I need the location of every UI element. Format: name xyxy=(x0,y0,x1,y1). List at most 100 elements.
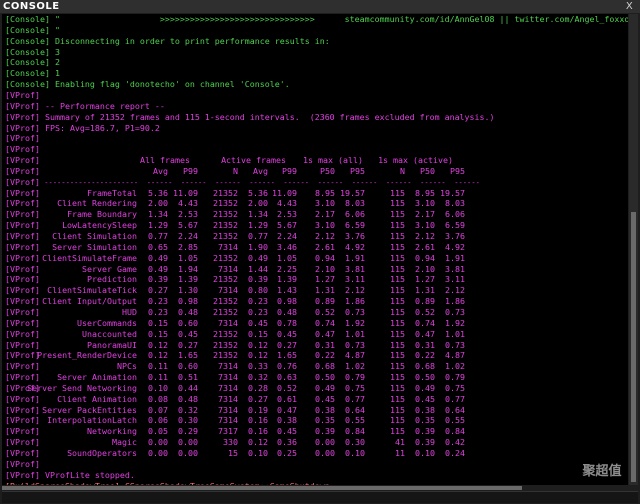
row-value: 0.77 xyxy=(345,393,365,404)
table-row: [VProf] SoundOperators 0.00 0.00 15 0.10 0.25 0… xyxy=(5,448,465,459)
row-name: Client Simulation xyxy=(52,231,137,241)
row-value: 1.86 xyxy=(445,296,465,307)
row-name: Magic xyxy=(112,437,137,448)
row-value: 0.78 xyxy=(277,317,297,328)
row-name: Server Game xyxy=(82,263,137,274)
log-prefix: [VProf] xyxy=(5,458,40,469)
row-value: 21352 xyxy=(213,306,238,317)
row-value: 1.30 xyxy=(178,285,198,296)
row-name: Server Simulation xyxy=(52,241,137,252)
row-value: 1.05 xyxy=(178,252,198,263)
row-value: 0.55 xyxy=(345,415,365,426)
row-value: 7314 xyxy=(218,317,238,328)
row-value: 7314 xyxy=(218,382,238,393)
row-value: 1.39 xyxy=(178,274,198,285)
table-column-header: Avg xyxy=(153,165,168,176)
log-line: [VProf] xyxy=(5,144,40,155)
row-value: 0.51 xyxy=(178,372,198,383)
table-column-header: P50 xyxy=(420,165,435,176)
row-value: 21352 xyxy=(213,252,238,263)
row-value: 0.15 xyxy=(148,328,168,339)
row-value: 1.86 xyxy=(345,296,365,307)
row-value: 1.94 xyxy=(178,263,198,274)
row-value: 0.30 xyxy=(345,437,365,448)
row-value: 3.76 xyxy=(445,231,465,241)
row-value: 1.27 xyxy=(315,274,335,285)
row-value: 0.39 xyxy=(148,274,168,285)
row-name: Client Animation xyxy=(57,393,137,404)
scrollbar-thumb[interactable] xyxy=(631,212,636,482)
log-line: [Console] Enabling flag 'donotecho' on c… xyxy=(5,79,290,90)
log-text: Disconnecting in order to print performa… xyxy=(49,35,330,46)
row-value: 0.27 xyxy=(277,339,297,350)
row-value: 0.23 xyxy=(148,306,168,317)
row-value: 0.22 xyxy=(315,350,335,361)
row-value: 0.45 xyxy=(415,393,435,404)
row-value: 0.64 xyxy=(345,404,365,415)
table-column-header: P95 xyxy=(450,165,465,176)
row-value: 0.98 xyxy=(178,296,198,307)
row-value: 5.67 xyxy=(277,220,297,231)
row-value: 115 xyxy=(390,361,405,372)
row-value: 0.47 xyxy=(415,328,435,339)
row-value: 0.49 xyxy=(415,382,435,393)
horizontal-scrollbar[interactable] xyxy=(2,486,522,490)
table-row: [VProf] Server PackEntities 0.07 0.32 7314 0.… xyxy=(5,405,465,416)
row-value: 2.85 xyxy=(178,241,198,252)
row-value: 0.89 xyxy=(315,296,335,307)
row-value: 0.75 xyxy=(345,382,365,393)
row-value: 1.02 xyxy=(445,361,465,372)
row-value: 7314 xyxy=(218,361,238,372)
row-value: 6.59 xyxy=(445,220,465,231)
row-value: 0.44 xyxy=(178,382,198,393)
log-prefix: [Console] xyxy=(5,57,50,68)
row-value: 0.84 xyxy=(345,426,365,437)
row-value: 8.95 xyxy=(315,187,335,198)
row-value: 115 xyxy=(390,285,405,296)
table-row: [VProf] Frame Boundary 1.34 2.53 21352 1.34 2.… xyxy=(5,209,465,220)
row-value: 0.49 xyxy=(315,382,335,393)
log-prefix: [VProf] xyxy=(5,144,40,155)
table-row: [VProf] ClientSimulateTick 0.27 1.30 7314 0.8… xyxy=(5,285,465,296)
row-name: Unaccounted xyxy=(82,328,137,339)
row-value: 1.31 xyxy=(315,285,335,296)
row-value: 2.10 xyxy=(415,263,435,274)
row-value: 2.61 xyxy=(415,241,435,252)
row-value: 1.01 xyxy=(445,328,465,339)
table-row: [VProf] Present_RenderDevice 0.12 1.65 21352… xyxy=(5,350,465,361)
row-value: 0.00 xyxy=(315,448,335,458)
row-value: 3.11 xyxy=(445,274,465,285)
row-value: 0.00 xyxy=(178,448,198,458)
row-value: 11 xyxy=(395,448,405,458)
log-prefix: [VProf] xyxy=(5,155,40,166)
console-input[interactable] xyxy=(2,491,638,503)
row-name: HUD xyxy=(122,306,137,317)
row-value: 0.75 xyxy=(445,382,465,393)
row-value: 21352 xyxy=(213,350,238,361)
console-title-bar: CONSOLE X xyxy=(0,0,640,13)
row-value: 0.79 xyxy=(345,372,365,383)
log-prefix: [VProf] xyxy=(5,122,40,133)
row-name: Server Send Networking xyxy=(27,382,137,393)
log-line: [VProf] xyxy=(5,90,40,101)
row-value: 0.48 xyxy=(277,306,297,317)
row-value: 2.12 xyxy=(345,285,365,296)
log-line: [Console] Disconnecting in order to prin… xyxy=(5,36,330,47)
row-value: 19.57 xyxy=(440,187,465,198)
row-value: 21352 xyxy=(213,328,238,339)
row-value: 8.03 xyxy=(345,198,365,209)
table-row: [VProf] Client Animation 0.08 0.48 7314 0.27 0… xyxy=(5,394,465,405)
table-row: [VProf] Client Input/Output 0.23 0.98 21352 0… xyxy=(5,296,465,307)
row-value: 0.38 xyxy=(315,404,335,415)
log-line: [VProf] -- Performance report -- xyxy=(5,101,165,112)
row-value: 0.52 xyxy=(315,306,335,317)
row-value: 1.92 xyxy=(345,317,365,328)
close-icon[interactable]: X xyxy=(624,1,635,12)
log-line: [Console] 3 xyxy=(5,47,60,58)
table-row: [VProf] LowLatencySleep 1.29 5.67 21352 1.29 5… xyxy=(5,220,465,231)
row-name: Present_RenderDevice xyxy=(37,350,137,361)
log-prefix: [Console] xyxy=(5,68,50,79)
table-row: [VProf] Client Rendering 2.00 4.43 21352 2.00… xyxy=(5,198,465,209)
row-value: 4.92 xyxy=(445,241,465,252)
row-value: 7314 xyxy=(218,241,238,252)
